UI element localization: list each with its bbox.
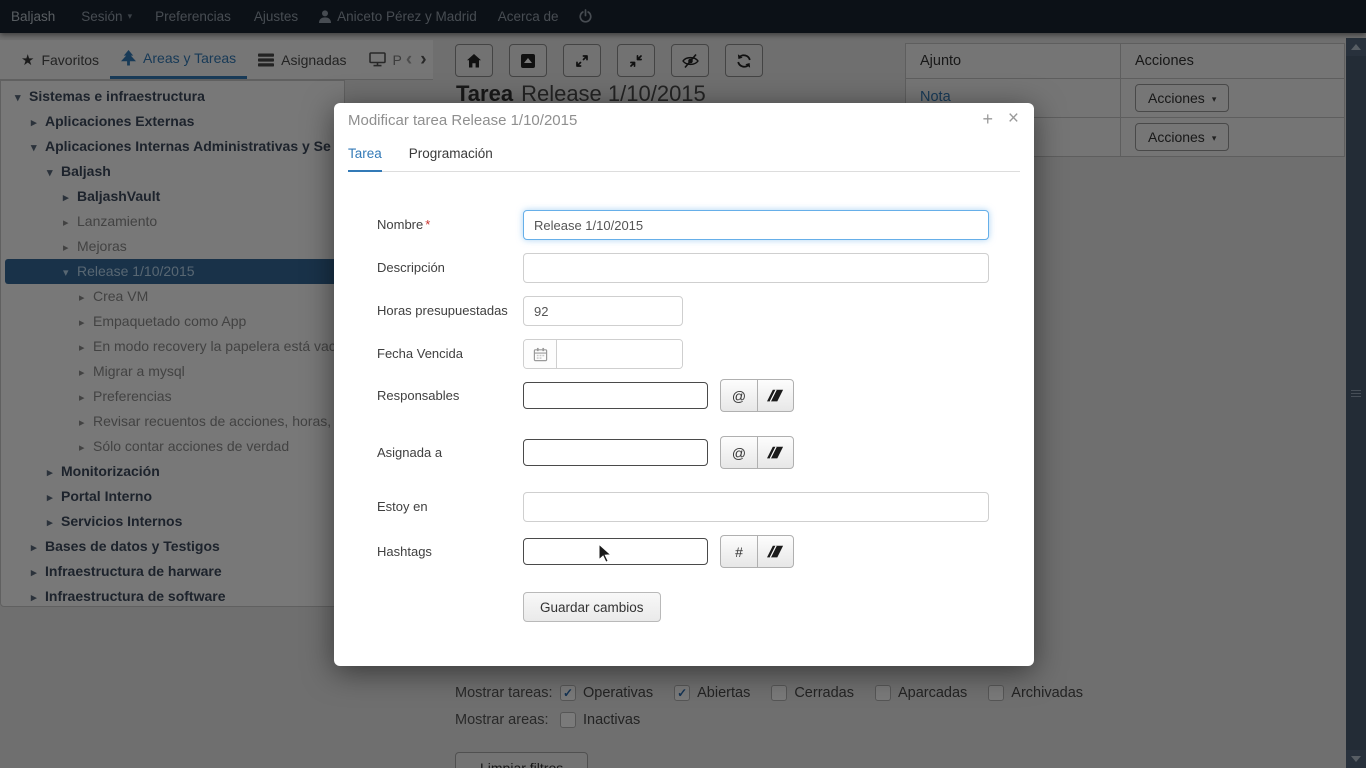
mention-button[interactable]: @ [720,379,757,412]
field-row-asignada: Asignada a @ [377,436,794,469]
field-row-hashtags: Hashtags # [377,535,794,568]
asignada-buttons: @ [720,436,794,469]
calendar-icon[interactable] [524,340,557,368]
nombre-label: Nombre [377,217,423,232]
field-row-save: Guardar cambios [377,592,661,622]
modal-title: Modificar tarea Release 1/10/2015 [348,112,577,129]
hashtags-label: Hashtags [377,535,523,568]
field-row-fecha: Fecha Vencida [377,339,683,369]
hashtags-buttons: # [720,535,794,568]
nombre-input[interactable] [523,210,989,240]
date-input-group [523,339,683,369]
responsables-label: Responsables [377,379,523,412]
field-row-nombre: Nombre* [377,210,989,240]
descripcion-label: Descripción [377,253,523,283]
estoy-label: Estoy en [377,492,523,522]
fecha-label: Fecha Vencida [377,339,523,369]
eraser-icon [767,389,784,403]
fecha-input[interactable] [557,340,682,368]
required-mark: * [425,217,430,232]
save-button[interactable]: Guardar cambios [523,592,661,622]
estoy-input[interactable] [523,492,989,522]
mention-button[interactable]: @ [720,436,757,469]
edit-task-modal: Modificar tarea Release 1/10/2015 + × Ta… [334,103,1034,666]
eraser-button[interactable] [757,436,794,469]
asignada-label: Asignada a [377,436,523,469]
hash-button[interactable]: # [720,535,757,568]
plus-icon[interactable]: + [982,109,993,130]
descripcion-input[interactable] [523,253,989,283]
responsables-input[interactable] [523,382,708,409]
tab-tarea[interactable]: Tarea [348,146,382,172]
eraser-icon [767,545,784,559]
field-row-responsables: Responsables @ [377,379,794,412]
field-row-horas: Horas presupuestadas [377,296,683,326]
eraser-icon [767,446,784,460]
horas-label: Horas presupuestadas [377,296,523,326]
horas-input[interactable] [523,296,683,326]
modal-tabs: Tarea Programación [348,146,1020,172]
field-row-descripcion: Descripción [377,253,989,283]
asignada-input[interactable] [523,439,708,466]
hashtags-input[interactable] [523,538,708,565]
field-row-estoy: Estoy en [377,492,989,522]
responsables-buttons: @ [720,379,794,412]
eraser-button[interactable] [757,535,794,568]
tab-programacion[interactable]: Programación [409,146,493,171]
eraser-button[interactable] [757,379,794,412]
close-icon[interactable]: × [1008,108,1019,130]
